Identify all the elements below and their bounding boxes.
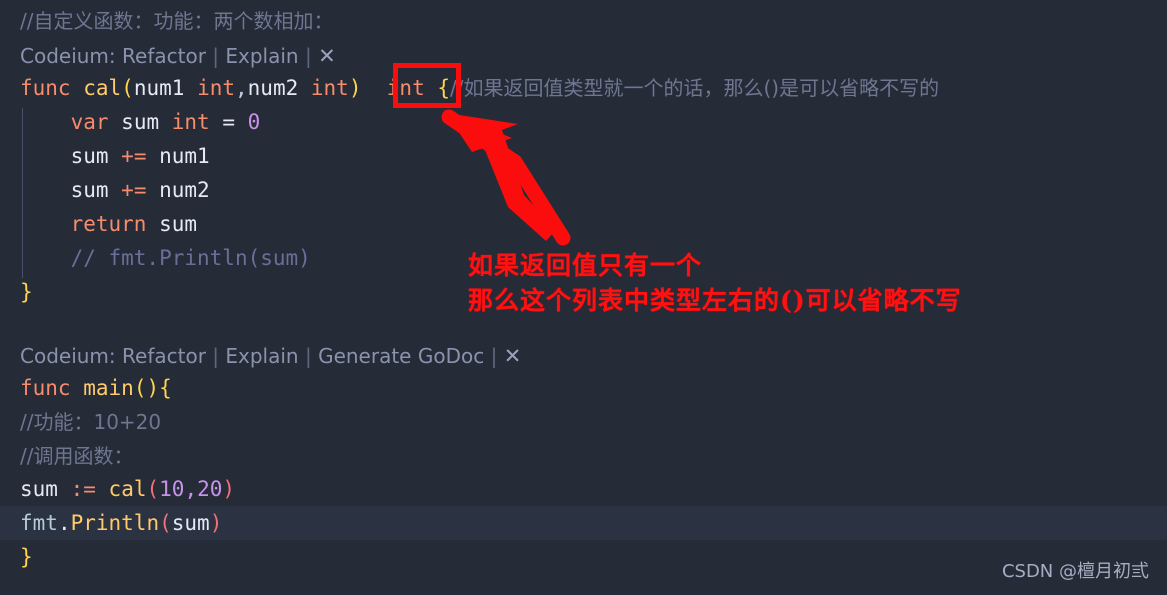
code-line-close-brace-main[interactable]: } (0, 540, 1167, 574)
variable-sum: sum (70, 178, 109, 202)
paren-open: ( (121, 76, 134, 100)
argument-10: 10 (159, 477, 185, 501)
variable-sum: sum (20, 477, 58, 501)
plus-equals-operator: += (121, 178, 147, 202)
comment-text: //功能：10+20 (20, 410, 162, 434)
variable-sum: sum (159, 212, 198, 236)
close-icon[interactable]: ✕ (504, 341, 522, 371)
param-num2: num2 (247, 76, 299, 100)
codelens-generate-godoc-link[interactable]: Generate GoDoc (318, 344, 484, 368)
type-int-1: int (197, 76, 235, 100)
argument-20: 20 (197, 477, 223, 501)
codelens-separator: | (304, 44, 312, 68)
code-line-func-main[interactable]: func main(){ (0, 371, 1167, 405)
annotation-text-line-2: 那么这个列表中类型左右的()可以省略不写 (468, 286, 962, 315)
keyword-var: var (70, 110, 109, 134)
code-editor-screenshot: //自定义函数：功能：两个数相加： Codeium: Refactor | Ex… (0, 0, 1167, 595)
codelens-prefix: Codeium: (20, 44, 116, 68)
param-num1: num1 (133, 76, 185, 100)
brace-close: } (20, 280, 33, 304)
comment-text: //自定义函数：功能：两个数相加： (20, 9, 334, 33)
type-int-2: int (310, 76, 349, 100)
variable-num1: num1 (159, 144, 210, 168)
code-line-comment-feature[interactable]: //功能：10+20 (0, 405, 1167, 439)
paren-close: ) (348, 76, 362, 100)
code-line-fmt-println[interactable]: fmt.Println(sum) (0, 506, 1167, 540)
paren-close: ) (209, 511, 223, 535)
argument-sum: sum (171, 511, 210, 535)
codelens-prefix: Codeium: (20, 344, 116, 368)
codelens-row-main[interactable]: Codeium: Refactor | Explain | Generate G… (20, 341, 521, 371)
function-call-cal: cal (108, 477, 147, 501)
variable-sum: sum (70, 144, 109, 168)
codelens-refactor-link[interactable]: Refactor (122, 344, 206, 368)
codelens-separator: | (304, 344, 312, 368)
annotation-red-arrow (441, 109, 571, 246)
parens-empty: () (133, 376, 160, 400)
code-line-comment-call[interactable]: //调用函数： (0, 439, 1167, 473)
function-name-cal: cal (83, 76, 122, 100)
watermark: CSDN @檀月初弎 (1001, 561, 1149, 582)
brace-close: } (20, 545, 33, 569)
variable-num2: num2 (159, 178, 210, 202)
annotation-text-line-1: 如果返回值只有一个 (468, 251, 703, 280)
codelens-row-cal[interactable]: Codeium: Refactor | Explain | ✕ (20, 41, 336, 71)
keyword-return: return (70, 212, 147, 236)
paren-open: ( (159, 511, 172, 535)
close-icon[interactable]: ✕ (318, 41, 336, 71)
keyword-func: func (20, 376, 71, 400)
comma: , (184, 477, 198, 501)
codelens-explain-link[interactable]: Explain (225, 44, 298, 68)
function-println: Println (70, 511, 160, 535)
plus-equals-operator: += (121, 144, 147, 168)
function-name-main: main (83, 376, 134, 400)
brace-open: { (159, 376, 172, 400)
comment-text: //调用函数： (20, 444, 134, 468)
variable-sum: sum (121, 110, 160, 134)
package-fmt: fmt (20, 511, 58, 535)
codelens-explain-link[interactable]: Explain (225, 344, 298, 368)
number-zero: 0 (247, 110, 261, 134)
declare-assign-operator: := (70, 477, 96, 501)
type-int: int (171, 110, 210, 134)
code-line-sum-assign-call[interactable]: sum := cal(10,20) (0, 472, 1167, 506)
comment-text: // fmt.Println(sum) (70, 246, 311, 270)
code-line-comment-header[interactable]: //自定义函数：功能：两个数相加： (0, 4, 1167, 38)
comma: , (235, 76, 248, 100)
dot: . (57, 511, 71, 535)
paren-close: ) (222, 477, 236, 501)
paren-open: ( (146, 477, 160, 501)
assign-operator: = (222, 110, 236, 134)
codelens-refactor-link[interactable]: Refactor (122, 44, 206, 68)
keyword-func: func (20, 76, 71, 100)
